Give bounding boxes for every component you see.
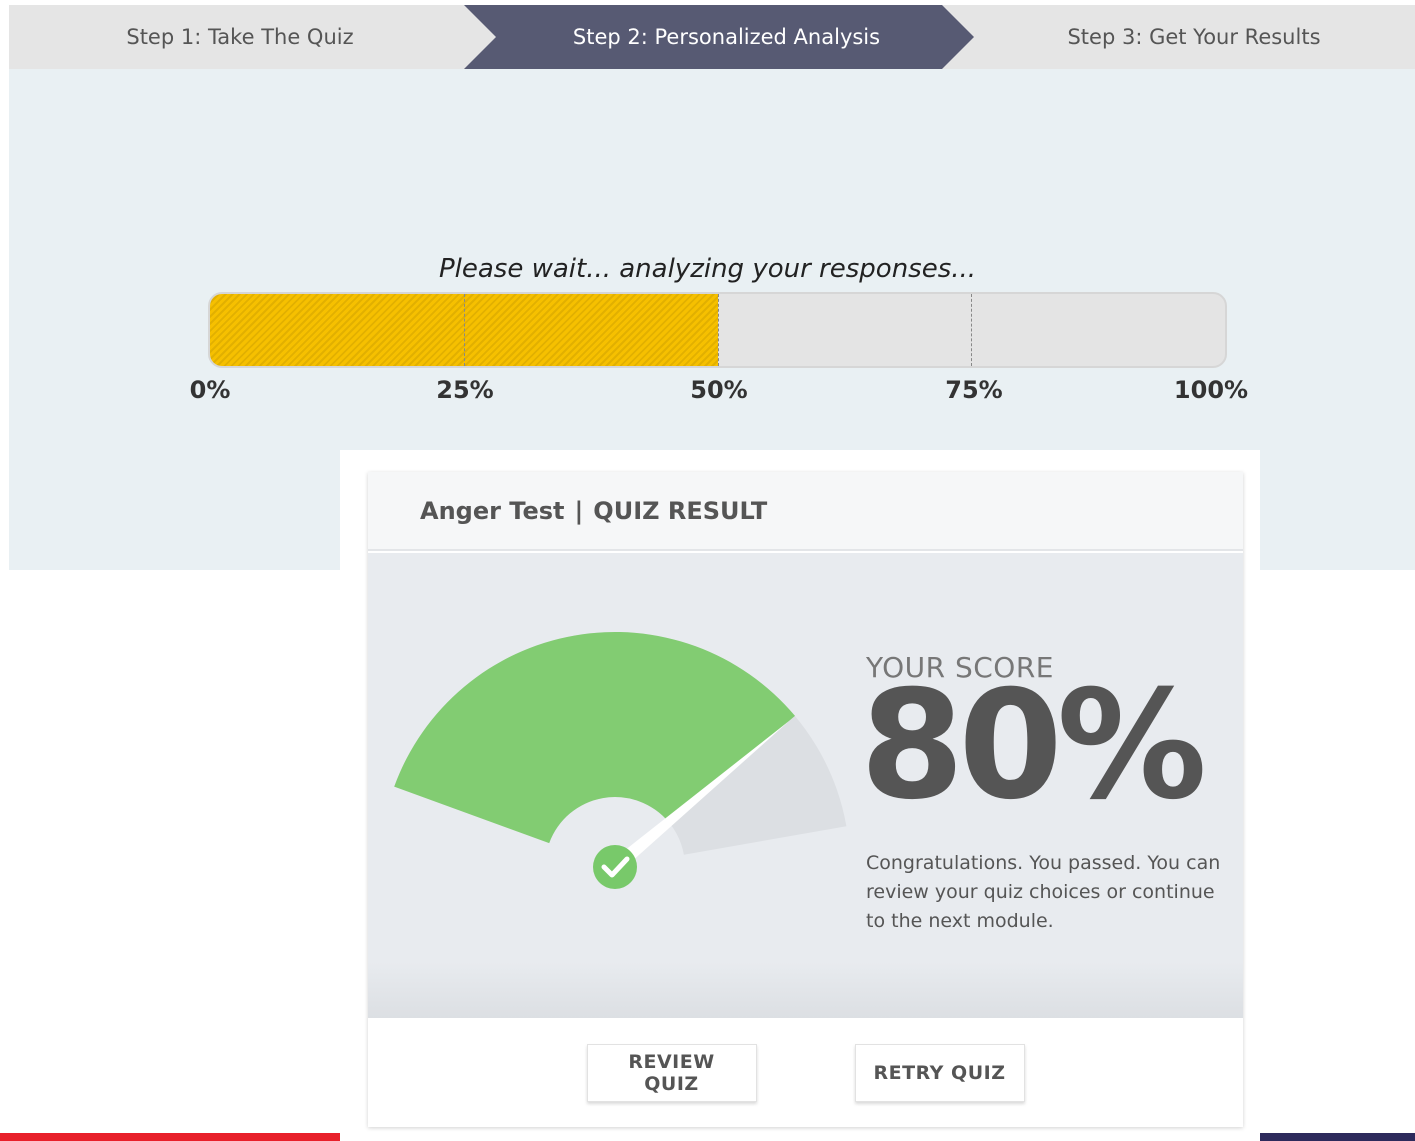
quiz-result-card: Anger Test | QUIZ RESULT YOUR SCORE 80% … (368, 472, 1243, 1127)
quiz-result-body: YOUR SCORE 80% Congratulations. You pass… (368, 553, 1243, 1018)
result-message: Congratulations. You passed. You can rev… (866, 852, 1221, 932)
footer-accent-right (1260, 1133, 1415, 1141)
progress-label-0: 0% (189, 376, 231, 404)
progress-label-75: 75% (945, 376, 1003, 404)
step-progress-bar: Step 1: Take The Quiz Step 2: Personaliz… (9, 5, 1415, 69)
quiz-result-actions: REVIEW QUIZ RETRY QUIZ (368, 1018, 1243, 1127)
review-quiz-button[interactable]: REVIEW QUIZ (586, 1043, 757, 1102)
step-3: Step 3: Get Your Results (979, 5, 1409, 69)
progress-tick-75 (971, 294, 973, 366)
step-2: Step 2: Personalized Analysis (464, 5, 979, 69)
quiz-result-header: Anger Test | QUIZ RESULT (368, 472, 1243, 551)
analysis-message: Please wait... analyzing your responses.… (438, 254, 977, 284)
step-3-label: Step 3: Get Your Results (1067, 25, 1321, 49)
quiz-result-subtitle: QUIZ RESULT (593, 496, 768, 525)
score-gauge (394, 632, 847, 889)
analysis-progress-bar (208, 292, 1227, 368)
footer-accent-left (0, 1133, 340, 1141)
progress-tick-25 (463, 294, 465, 366)
step-2-label: Step 2: Personalized Analysis (572, 25, 881, 49)
progress-tick-50 (717, 294, 719, 366)
progress-label-100: 100% (1173, 376, 1249, 404)
step-1: Step 1: Take The Quiz (9, 5, 471, 69)
progress-label-25: 25% (436, 376, 494, 404)
step-1-label: Step 1: Take The Quiz (126, 25, 354, 49)
score-value: 80% (860, 659, 1207, 833)
retry-quiz-button[interactable]: RETRY QUIZ (854, 1043, 1025, 1102)
quiz-title-separator: | (574, 496, 584, 525)
check-circle-icon (593, 845, 637, 889)
progress-label-50: 50% (690, 376, 748, 404)
quiz-title: Anger Test (420, 496, 565, 525)
